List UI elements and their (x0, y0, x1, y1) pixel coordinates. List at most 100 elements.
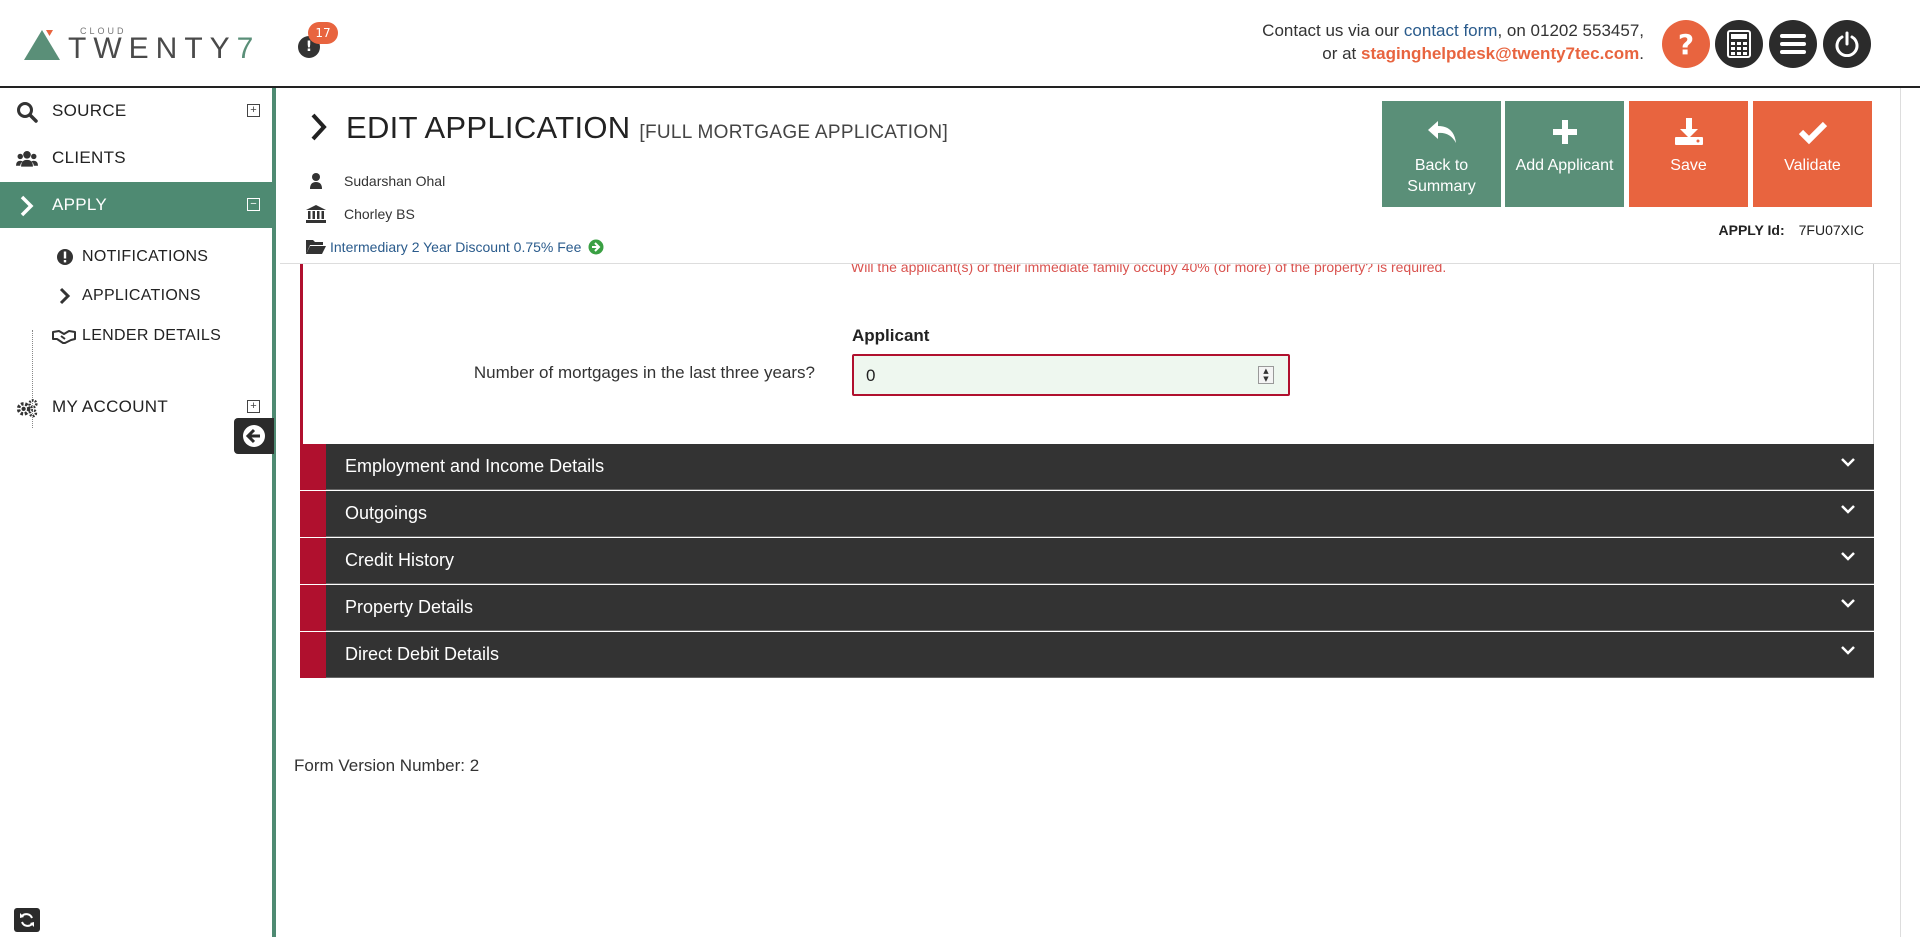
collapse-sidebar-button[interactable] (234, 418, 274, 454)
section-title: Employment and Income Details (345, 456, 605, 476)
section-error-flag (300, 491, 326, 537)
refresh-button[interactable] (14, 908, 40, 932)
logo-seven-text: 7 (236, 32, 261, 65)
contact-phone: , on 01202 553457, (1497, 21, 1644, 40)
download-icon (1674, 118, 1703, 145)
product-link[interactable]: Intermediary 2 Year Discount 0.75% Fee (330, 239, 581, 255)
section-error-flag (300, 538, 326, 584)
page-subtitle: [FULL MORTGAGE APPLICATION] (639, 122, 949, 143)
chevron-down-icon (1841, 505, 1855, 514)
help-button[interactable]: ? (1662, 20, 1710, 68)
section-error-flag (300, 632, 326, 678)
applicant-column-header: Applicant (852, 326, 930, 345)
plus-icon (1552, 120, 1577, 144)
section-title: Outgoings (345, 503, 428, 523)
logo-wordmark: TWENTY7 (68, 32, 260, 66)
sidebar-subitem-label: NOTIFICATIONS (82, 248, 209, 265)
chevron-down-icon (1841, 646, 1855, 655)
logo-word-text: TWENTY (68, 32, 237, 65)
collapse-icon[interactable]: − (247, 198, 260, 211)
sidebar-item-apply[interactable]: APPLY − (0, 182, 272, 228)
lender-name: Chorley BS (344, 206, 415, 222)
reply-icon (1427, 121, 1456, 143)
sidebar-item-label: MY ACCOUNT (52, 397, 169, 416)
apply-id: APPLY Id: 7FU07XIC (1719, 222, 1865, 238)
apply-id-value: 7FU07XIC (1798, 222, 1864, 238)
expand-icon[interactable]: + (247, 400, 260, 413)
chevron-right-icon (59, 287, 71, 305)
sidebar-item-label: SOURCE (52, 101, 127, 120)
sidebar-item-source[interactable]: SOURCE + (0, 88, 272, 134)
notifications-button[interactable]: ! 17 (296, 22, 338, 64)
gears-icon (16, 399, 38, 418)
chevron-right-icon (20, 195, 34, 217)
menu-icon (1780, 34, 1806, 54)
chevron-right-icon (311, 113, 327, 141)
add-applicant-label: Add Applicant (1515, 157, 1614, 174)
section-outgoings[interactable]: Outgoings (300, 491, 1874, 537)
section-employment-income[interactable]: Employment and Income Details (300, 444, 1874, 490)
mortgages-count-input[interactable]: 0 ▲ ▼ (852, 354, 1290, 396)
chevron-down-icon (1841, 599, 1855, 608)
validate-label: Validate (1784, 157, 1841, 174)
handshake-icon (52, 330, 76, 344)
section-title: Direct Debit Details (345, 644, 500, 664)
client-name: Sudarshan Ohal (344, 173, 446, 189)
power-icon (1835, 31, 1859, 57)
notification-count-badge: 17 (308, 22, 338, 44)
search-icon (17, 102, 38, 123)
save-label: Save (1670, 157, 1707, 174)
bank-icon (306, 205, 326, 223)
validate-button[interactable]: Validate (1753, 101, 1872, 207)
contact-info: Contact us via our contact form, on 0120… (1262, 19, 1644, 65)
twenty7-logo[interactable]: CLOUD TWENTY7 (22, 24, 262, 66)
sidebar-item-my-account[interactable]: MY ACCOUNT + (0, 384, 272, 430)
sidebar-item-label: CLIENTS (52, 148, 126, 167)
folder-open-icon (306, 240, 326, 254)
mortgages-count-label: Number of mortgages in the last three ye… (473, 363, 815, 382)
sidebar-item-clients[interactable]: CLIENTS (0, 135, 272, 181)
expand-icon[interactable]: + (247, 104, 260, 117)
refresh-icon (20, 913, 34, 927)
app-header: CLOUD TWENTY7 ! 17 Contact us via our co… (0, 0, 1920, 88)
sidebar-item-label: APPLY (52, 195, 108, 214)
section-title: Property Details (345, 597, 474, 617)
section-direct-debit[interactable]: Direct Debit Details (300, 632, 1874, 678)
logo-triangle-icon (24, 30, 60, 60)
chevron-down-icon (1841, 458, 1855, 467)
page-scrollbar[interactable] (1900, 88, 1920, 937)
contact-suffix: . (1639, 44, 1644, 63)
contact-prefix: Contact us via our (1262, 21, 1400, 40)
calculator-button[interactable] (1715, 20, 1763, 68)
sidebar-subitem-label: APPLICATIONS (82, 287, 201, 304)
help-icon: ? (1677, 27, 1695, 61)
save-button[interactable]: Save (1629, 101, 1748, 207)
page-header: EDIT APPLICATION [FULL MORTGAGE APPLICAT… (280, 90, 1920, 264)
mortgages-count-value: 0 (866, 366, 876, 385)
contact-or: or at (1322, 44, 1357, 63)
chevron-down-icon (1841, 552, 1855, 561)
menu-button[interactable] (1769, 20, 1817, 68)
page-title-text: EDIT APPLICATION (346, 110, 631, 145)
sidebar: SOURCE + CLIENTS APPLY − NOTIFICATIONS A… (0, 88, 276, 937)
section-error-flag (300, 585, 326, 631)
user-icon (310, 173, 322, 189)
section-credit-history[interactable]: Credit History (300, 538, 1874, 584)
sidebar-subitem-label: LENDER DETAILS (82, 327, 222, 344)
arrow-circle-right-icon[interactable] (588, 239, 604, 255)
section-title: Credit History (345, 550, 455, 570)
logout-button[interactable] (1823, 20, 1871, 68)
calculator-icon (1727, 30, 1751, 58)
contact-form-link[interactable]: contact form (1404, 21, 1498, 40)
add-applicant-button[interactable]: Add Applicant (1505, 101, 1624, 207)
contact-email-link[interactable]: staginghelpdesk@twenty7tec.com (1361, 44, 1639, 63)
section-property-details[interactable]: Property Details (300, 585, 1874, 631)
back-to-summary-label: Back to Summary (1407, 157, 1476, 195)
users-icon (16, 150, 38, 167)
apply-id-label: APPLY Id: (1718, 222, 1785, 238)
number-stepper[interactable]: ▲ ▼ (1258, 366, 1274, 384)
form-version-number: Form Version Number: 2 (294, 756, 480, 775)
section-error-flag (300, 444, 326, 490)
arrow-circle-left-icon (243, 425, 265, 447)
back-to-summary-button[interactable]: Back to Summary (1382, 101, 1501, 207)
